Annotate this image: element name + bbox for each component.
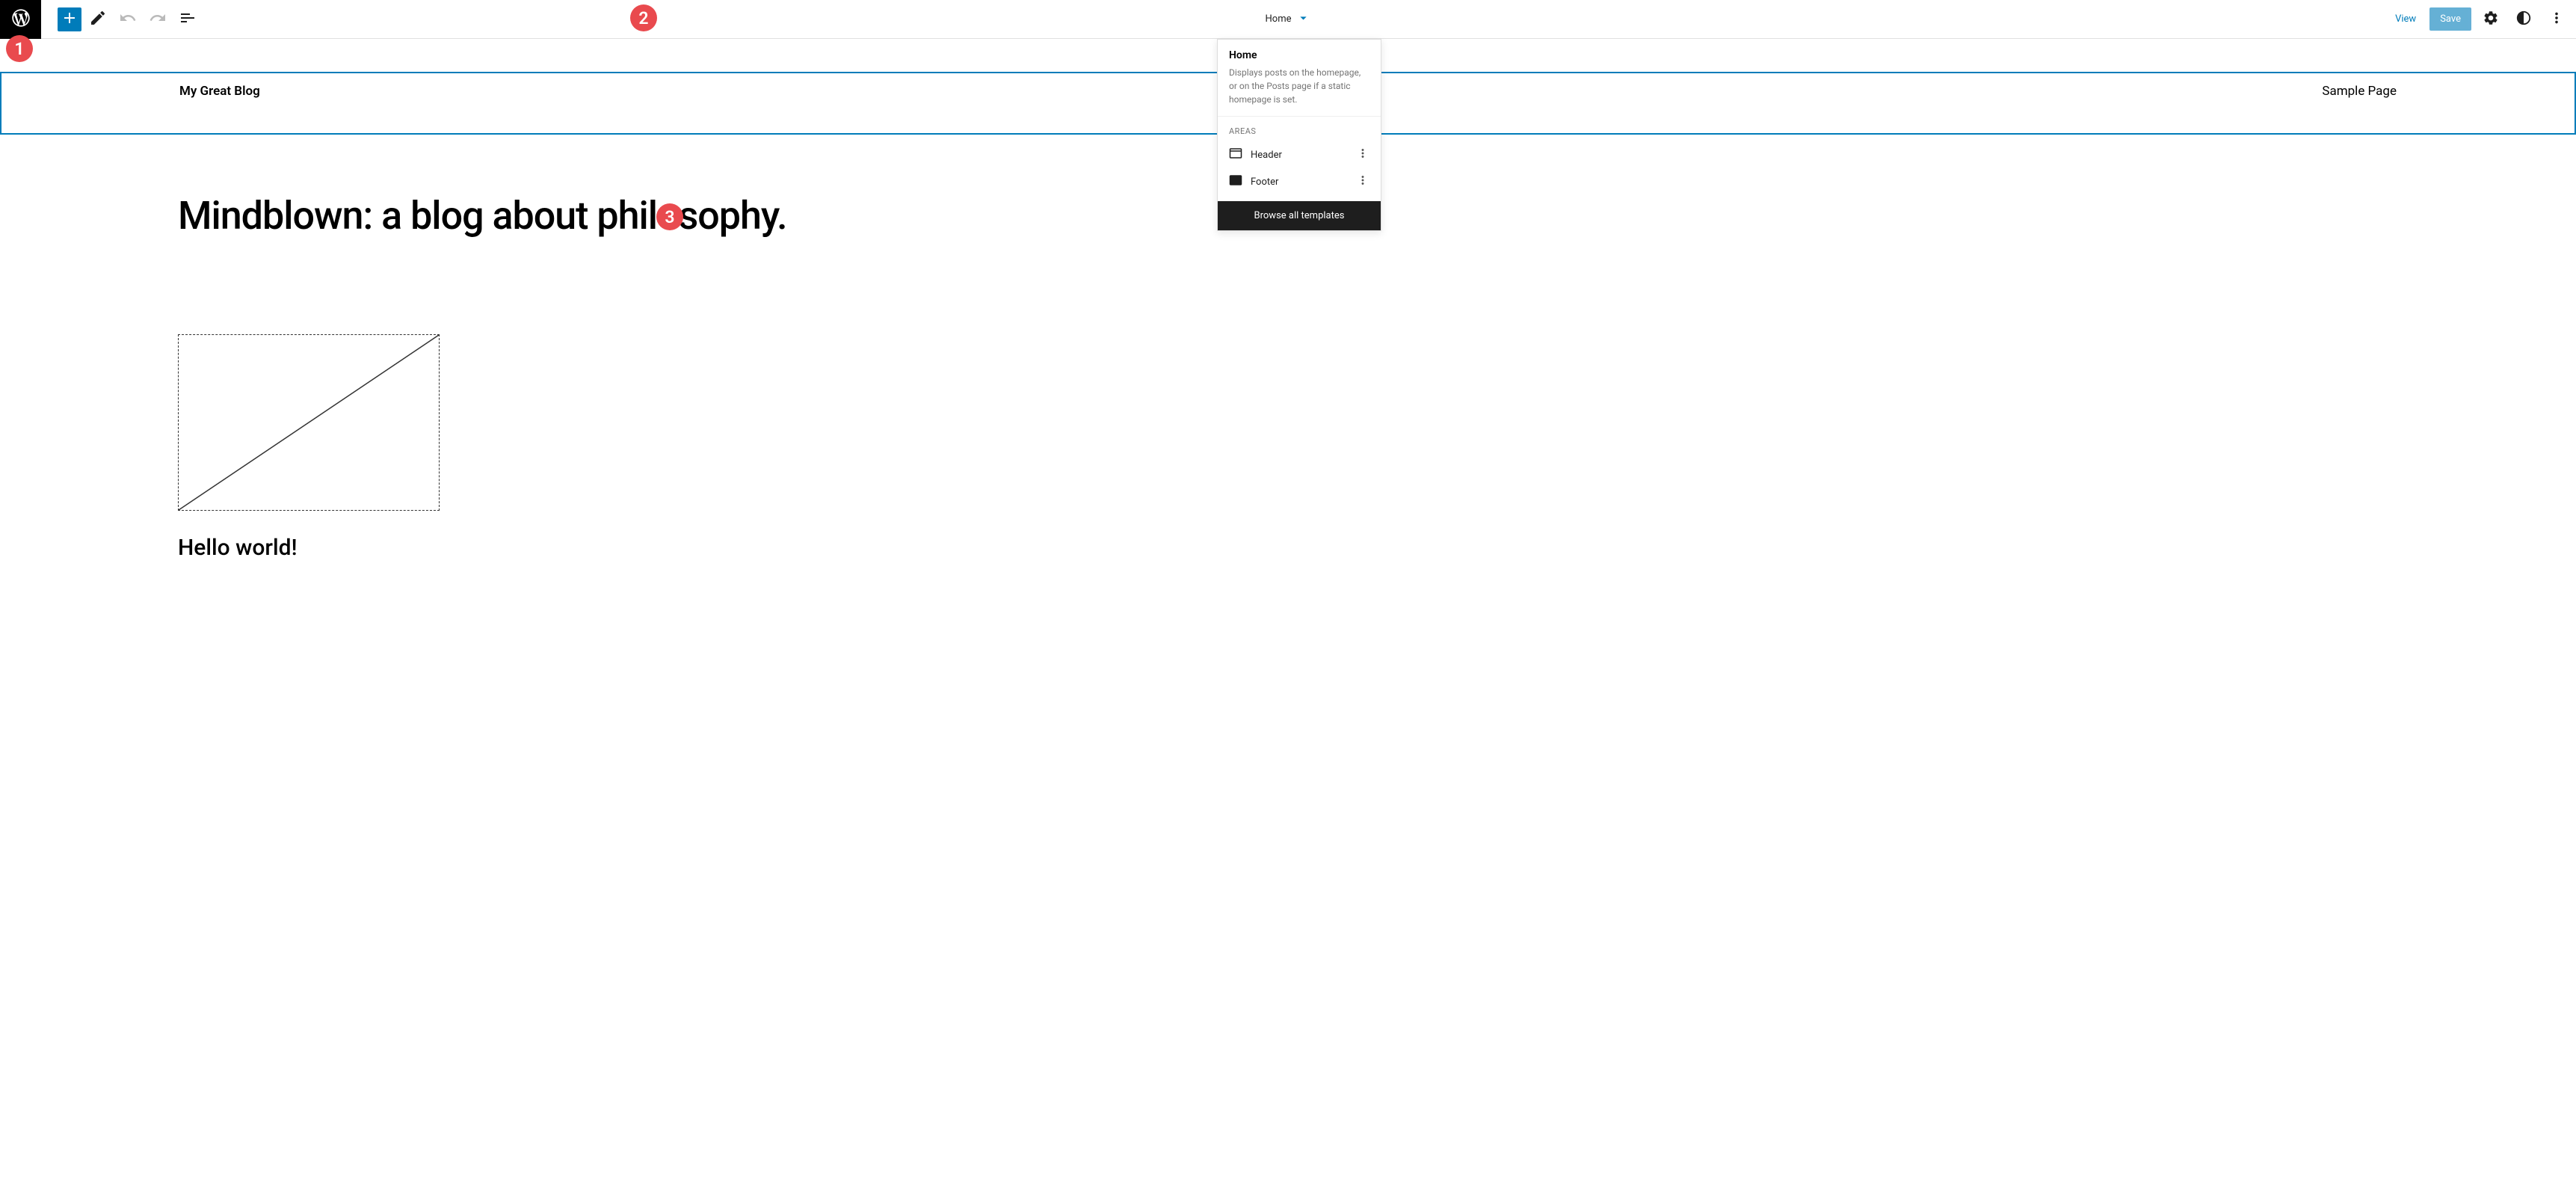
areas-section-label: AREAS bbox=[1218, 117, 1381, 141]
browse-all-templates-button[interactable]: Browse all templates bbox=[1218, 201, 1381, 230]
plus-icon bbox=[61, 9, 78, 30]
options-button[interactable] bbox=[2543, 6, 2570, 33]
template-dropdown-panel: Home Displays posts on the homepage, or … bbox=[1217, 39, 1381, 231]
gear-icon bbox=[2483, 10, 2499, 29]
styles-button[interactable] bbox=[2510, 6, 2537, 33]
dropdown-header: Home Displays posts on the homepage, or … bbox=[1218, 40, 1381, 117]
settings-button[interactable] bbox=[2477, 6, 2504, 33]
add-block-button[interactable] bbox=[58, 7, 81, 31]
contrast-icon bbox=[2515, 10, 2532, 29]
top-toolbar: Home View Save bbox=[0, 0, 2576, 39]
tools-button[interactable] bbox=[84, 6, 111, 33]
redo-button[interactable] bbox=[144, 6, 171, 33]
footer-layout-icon bbox=[1229, 173, 1242, 190]
template-name-label: Home bbox=[1266, 13, 1292, 25]
save-button[interactable]: Save bbox=[2429, 7, 2471, 31]
area-footer-more-button[interactable] bbox=[1356, 173, 1369, 190]
dropdown-description: Displays posts on the homepage, or on th… bbox=[1229, 66, 1369, 106]
chevron-down-icon bbox=[1295, 10, 1310, 28]
post-title[interactable]: Hello world! bbox=[0, 511, 2576, 561]
view-link[interactable]: View bbox=[2388, 9, 2424, 29]
wordpress-icon bbox=[10, 7, 31, 31]
document-overview-button[interactable] bbox=[174, 6, 201, 33]
undo-icon bbox=[119, 9, 137, 30]
area-header-label: Header bbox=[1251, 150, 1282, 161]
annotation-badge-1: 1 bbox=[6, 35, 33, 62]
area-footer-label: Footer bbox=[1251, 176, 1278, 188]
annotation-badge-3: 3 bbox=[656, 203, 683, 230]
template-selector-button[interactable]: Home bbox=[1266, 10, 1311, 28]
site-title[interactable]: My Great Blog bbox=[179, 84, 260, 99]
more-vertical-icon bbox=[2548, 10, 2565, 29]
list-view-icon bbox=[179, 9, 197, 30]
area-item-footer[interactable]: Footer bbox=[1218, 168, 1381, 195]
wordpress-logo-button[interactable] bbox=[0, 0, 41, 39]
dropdown-title: Home bbox=[1229, 49, 1369, 61]
nav-link-sample-page[interactable]: Sample Page bbox=[2322, 84, 2397, 99]
header-layout-icon bbox=[1229, 147, 1242, 163]
annotation-badge-2: 2 bbox=[630, 4, 657, 31]
area-item-header[interactable]: Header bbox=[1218, 141, 1381, 168]
redo-icon bbox=[149, 9, 167, 30]
featured-image-placeholder[interactable] bbox=[178, 334, 440, 511]
toolbar-left-group bbox=[0, 0, 201, 39]
toolbar-right-group: View Save bbox=[2388, 6, 2576, 33]
pencil-icon bbox=[89, 9, 107, 30]
area-header-more-button[interactable] bbox=[1356, 147, 1369, 163]
editor-canvas: My Great Blog Sample Page Mindblown: a b… bbox=[0, 72, 2576, 1180]
undo-button[interactable] bbox=[114, 6, 141, 33]
